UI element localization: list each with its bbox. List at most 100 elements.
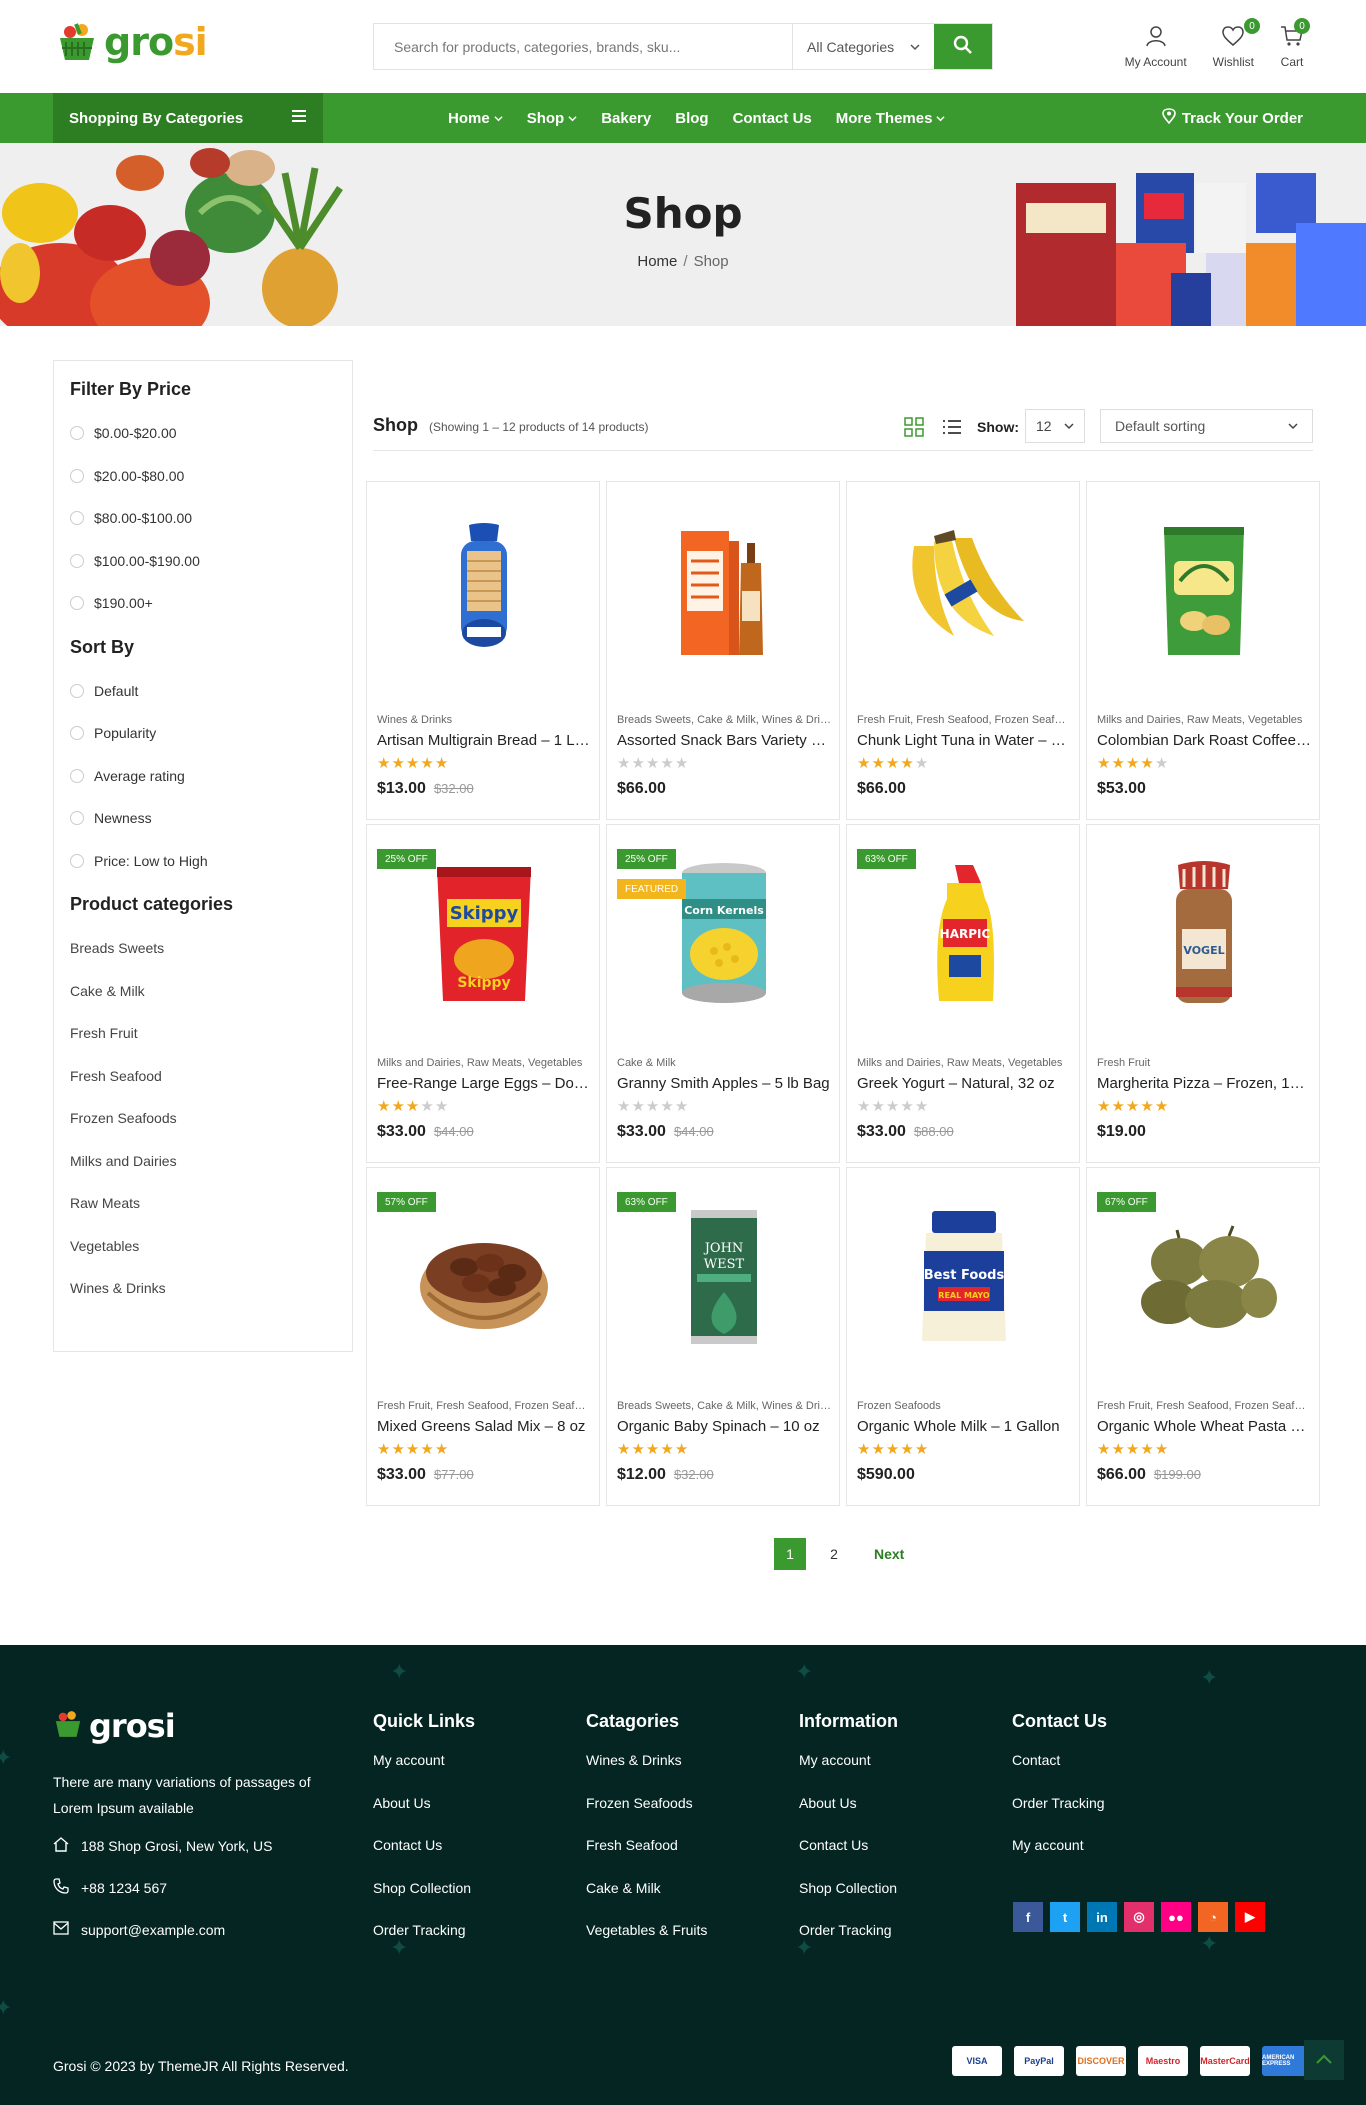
linkedin-icon[interactable]: in <box>1087 1902 1117 1932</box>
product-categories[interactable]: Cake & Milk <box>617 1057 831 1069</box>
per-page-select[interactable]: 12 <box>1025 409 1085 443</box>
track-order-link[interactable]: Track Your Order <box>1162 93 1303 143</box>
footer-link[interactable]: Contact Us <box>799 1837 898 1880</box>
footer-link[interactable]: Order Tracking <box>373 1922 475 1965</box>
product-card[interactable]: Wines & Drinks Artisan Multigrain Bread –… <box>366 481 600 820</box>
category-link[interactable]: Fresh Seafood <box>70 1055 336 1098</box>
my-account-link[interactable]: My Account <box>1125 24 1187 69</box>
product-categories[interactable]: Fresh Fruit, Fresh Seafood, Frozen Seafo… <box>377 1400 591 1412</box>
product-categories[interactable]: Frozen Seafoods <box>857 1400 1071 1412</box>
radio-button[interactable] <box>70 553 84 568</box>
price-filter-option[interactable]: $100.00-$190.00 <box>70 540 336 583</box>
nav-item-blog[interactable]: Blog <box>675 110 708 127</box>
footer-link[interactable]: Vegetables & Fruits <box>586 1922 707 1965</box>
next-page-button[interactable]: Next <box>874 1546 904 1562</box>
footer-link[interactable]: My account <box>799 1752 898 1795</box>
page-2-button[interactable]: 2 <box>818 1538 850 1570</box>
product-categories[interactable]: Milks and Dairies, Raw Meats, Vegetables <box>1097 714 1311 726</box>
instagram-icon[interactable]: ◎ <box>1124 1902 1154 1932</box>
breadcrumb-home-link[interactable]: Home <box>637 253 677 270</box>
product-card[interactable]: 57% OFF Fresh Fruit, Fresh Seafood, Froze… <box>366 1167 600 1506</box>
product-image[interactable]: VOGEL <box>1087 839 1321 1029</box>
category-link[interactable]: Raw Meats <box>70 1182 336 1225</box>
search-input[interactable] <box>374 24 792 69</box>
footer-link[interactable]: Shop Collection <box>373 1880 475 1923</box>
page-1-button[interactable]: 1 <box>774 1538 806 1570</box>
product-card[interactable]: Best Foods REAL MAYO Frozen Seafoods Organi… <box>846 1167 1080 1506</box>
nav-item-bakery[interactable]: Bakery <box>601 110 651 127</box>
product-categories[interactable]: Milks and Dairies, Raw Meats, Vegetables <box>377 1057 591 1069</box>
product-card[interactable]: Milks and Dairies, Raw Meats, Vegetables… <box>1086 481 1320 820</box>
youtube-icon[interactable]: ▶ <box>1235 1902 1265 1932</box>
product-image[interactable] <box>847 496 1081 686</box>
sort-option[interactable]: Default <box>70 670 336 713</box>
product-card[interactable]: 67% OFF Fresh Fruit, Fresh Seafood, Froze… <box>1086 1167 1320 1506</box>
product-name[interactable]: Mixed Greens Salad Mix – 8 oz <box>377 1418 591 1435</box>
radio-button[interactable] <box>70 468 84 483</box>
product-name[interactable]: Organic Whole Milk – 1 Gallon <box>857 1418 1071 1435</box>
flickr-icon[interactable]: ●● <box>1161 1902 1191 1932</box>
product-categories[interactable]: Milks and Dairies, Raw Meats, Vegetables <box>857 1057 1071 1069</box>
radio-button[interactable] <box>70 511 84 526</box>
radio-button[interactable] <box>70 596 84 611</box>
product-image[interactable] <box>607 496 841 686</box>
sort-option[interactable]: Average rating <box>70 755 336 798</box>
grid-view-icon[interactable] <box>904 417 924 440</box>
nav-item-more-themes[interactable]: More Themes <box>836 110 946 127</box>
category-link[interactable]: Frozen Seafoods <box>70 1097 336 1140</box>
nav-item-contact-us[interactable]: Contact Us <box>733 110 812 127</box>
product-image[interactable] <box>367 496 601 686</box>
nav-item-shop[interactable]: Shop <box>527 110 578 127</box>
footer-link[interactable]: About Us <box>799 1795 898 1838</box>
wishlist-link[interactable]: 0 Wishlist <box>1213 18 1260 69</box>
footer-link[interactable]: Fresh Seafood <box>586 1837 707 1880</box>
radio-button[interactable] <box>70 426 84 441</box>
footer-link[interactable]: Frozen Seafoods <box>586 1795 707 1838</box>
radio-button[interactable] <box>70 726 84 741</box>
product-card[interactable]: Skippy Skippy 25% OFF Milks and Dairies, Ra… <box>366 824 600 1163</box>
price-filter-option[interactable]: $190.00+ <box>70 582 336 625</box>
sorting-select[interactable]: Default sorting <box>1100 409 1313 443</box>
footer-link[interactable]: Contact <box>1012 1752 1107 1795</box>
sort-option[interactable]: Popularity <box>70 712 336 755</box>
category-link[interactable]: Fresh Fruit <box>70 1012 336 1055</box>
radio-button[interactable] <box>70 768 84 783</box>
site-logo[interactable]: grosi <box>56 22 208 62</box>
product-name[interactable]: Assorted Snack Bars Variety Pack <box>617 732 831 749</box>
footer-link[interactable]: Order Tracking <box>799 1922 898 1965</box>
product-categories[interactable]: Fresh Fruit, Fresh Seafood, Frozen Seafo… <box>857 714 1071 726</box>
product-name[interactable]: Colombian Dark Roast Coffee Beans <box>1097 732 1311 749</box>
footer-link[interactable]: Wines & Drinks <box>586 1752 707 1795</box>
sort-option[interactable]: Price: Low to High <box>70 840 336 883</box>
price-filter-option[interactable]: $20.00-$80.00 <box>70 455 336 498</box>
category-link[interactable]: Milks and Dairies <box>70 1140 336 1183</box>
product-categories[interactable]: Breads Sweets, Cake & Milk, Wines & Drin… <box>617 714 831 726</box>
product-card[interactable]: Breads Sweets, Cake & Milk, Wines & Drin… <box>606 481 840 820</box>
footer-link[interactable]: Cake & Milk <box>586 1880 707 1923</box>
category-select[interactable]: All Categories <box>792 24 934 69</box>
price-filter-option[interactable]: $0.00-$20.00 <box>70 412 336 455</box>
radio-button[interactable] <box>70 811 84 826</box>
shopping-by-categories-button[interactable]: Shopping By Categories <box>53 93 323 143</box>
facebook-icon[interactable]: f <box>1013 1902 1043 1932</box>
category-link[interactable]: Cake & Milk <box>70 970 336 1013</box>
footer-link[interactable]: My account <box>1012 1837 1107 1880</box>
cart-link[interactable]: 0 Cart <box>1280 18 1310 69</box>
product-card[interactable]: JOHN WEST 63% OFF Breads Sweets, Cake & Mil… <box>606 1167 840 1506</box>
product-name[interactable]: Margherita Pizza – Frozen, 12 inch <box>1097 1075 1311 1092</box>
product-name[interactable]: Granny Smith Apples – 5 lb Bag <box>617 1075 831 1092</box>
product-name[interactable]: Artisan Multigrain Bread – 1 Loaf <box>377 732 591 749</box>
footer-link[interactable]: My account <box>373 1752 475 1795</box>
product-name[interactable]: Greek Yogurt – Natural, 32 oz <box>857 1075 1071 1092</box>
search-button[interactable] <box>934 24 992 69</box>
nav-item-home[interactable]: Home <box>448 110 503 127</box>
footer-logo[interactable]: grosi <box>53 1709 176 1742</box>
product-card[interactable]: VOGEL Fresh Fruit Margherita Pizza – Froze… <box>1086 824 1320 1163</box>
product-categories[interactable]: Wines & Drinks <box>377 714 591 726</box>
radio-button[interactable] <box>70 683 84 698</box>
product-name[interactable]: Chunk Light Tuna in Water – 5 oz <box>857 732 1071 749</box>
product-categories[interactable]: Fresh Fruit <box>1097 1057 1311 1069</box>
back-to-top-button[interactable] <box>1304 2040 1344 2080</box>
list-view-icon[interactable] <box>942 417 962 440</box>
category-link[interactable]: Vegetables <box>70 1225 336 1268</box>
